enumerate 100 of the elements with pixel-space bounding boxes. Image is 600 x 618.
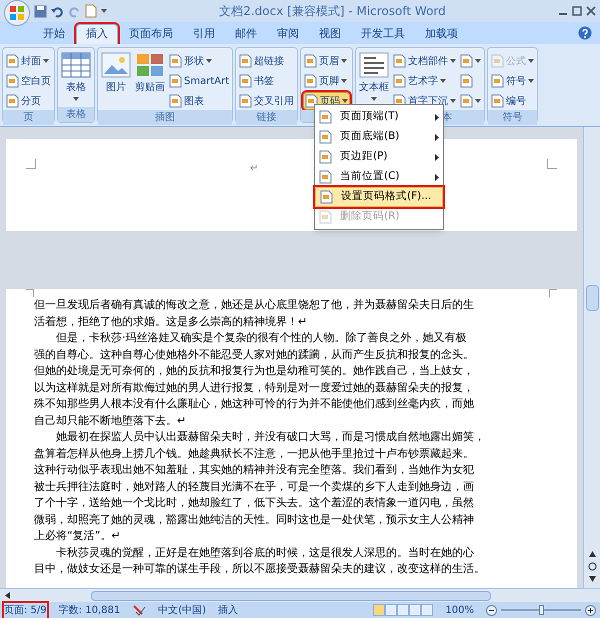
page-icon xyxy=(319,170,332,184)
previous-page-icon[interactable] xyxy=(588,549,596,558)
ribbon-button[interactable]: 超链接 xyxy=(238,52,296,70)
ribbon-button[interactable]: 形状 xyxy=(168,52,230,70)
maximize-icon[interactable] xyxy=(572,6,582,16)
ribbon-button[interactable]: 图片 xyxy=(100,52,132,110)
text-line: 上必将“复活”。↵ xyxy=(34,528,122,544)
text-line: 但是，卡秋莎·玛丝洛娃又确实是个复杂的很有个性的人物。除了善良之外，她又有极 xyxy=(55,330,468,346)
page-icon xyxy=(6,94,19,108)
next-page-icon[interactable] xyxy=(588,575,596,584)
office-button[interactable] xyxy=(4,0,30,26)
ribbon-tab[interactable]: 邮件 xyxy=(226,24,266,44)
page-icon xyxy=(319,150,332,164)
scroll-thumb[interactable] xyxy=(586,285,598,311)
ribbon-button[interactable]: 交叉引用 xyxy=(238,92,296,110)
text-line: 这种行动似乎表现出她不知羞耻，其实她的精神并没有完全堕落。我们看到，当她作为女犯 xyxy=(34,462,475,478)
page-icon xyxy=(6,54,19,68)
ribbon-button[interactable]: 艺术字 xyxy=(392,72,458,90)
text-line: 殊不知那些男人根本没有什么廉耻心，她这种可怜的行为并不能使他们感到丝毫内疚，而她 xyxy=(34,396,475,412)
ribbon-tab[interactable]: 视图 xyxy=(310,24,350,44)
close-icon[interactable] xyxy=(586,6,596,16)
ribbon-button[interactable]: 分页 xyxy=(5,92,52,110)
page-icon xyxy=(304,54,318,68)
page-icon xyxy=(491,74,504,88)
page-icon xyxy=(491,94,504,108)
zoom-slider[interactable] xyxy=(501,605,581,615)
ribbon-button[interactable]: 书签 xyxy=(238,72,296,90)
zoom-in-icon[interactable] xyxy=(585,604,596,616)
group-label: 插图 xyxy=(155,111,176,125)
page-icon xyxy=(169,94,182,108)
page-icon xyxy=(239,74,252,88)
ribbon-button[interactable]: 文本框 xyxy=(358,52,390,110)
text-line: 以为这样就是对所有欺侮过她的男人进行报复，特别是对一度爱过她的聂赫留朵夫的报复， xyxy=(34,380,475,396)
page-icon xyxy=(319,210,332,224)
text-line: 但她的处境是无可奈何的，她的反抗和报复行为也是幼稚可笑的。她作践自己，当上妓女， xyxy=(34,363,475,379)
ribbon-tab[interactable]: 开发工具 xyxy=(352,24,414,44)
page-icon xyxy=(319,130,332,144)
ribbon-tab[interactable]: 加载项 xyxy=(416,24,467,44)
page-icon xyxy=(169,74,182,88)
insert-mode-indicator[interactable]: 插入 xyxy=(218,602,238,618)
save-icon[interactable] xyxy=(34,4,47,18)
browse-object-icon[interactable] xyxy=(588,562,596,571)
page-icon xyxy=(169,54,182,68)
scroll-left-icon[interactable] xyxy=(4,591,11,600)
page-icon xyxy=(460,54,474,68)
page-count[interactable]: 页面: 5/9 xyxy=(4,602,47,618)
group-label: 页 xyxy=(24,111,34,125)
button-label: 文本框 xyxy=(359,80,390,95)
ribbon-button[interactable]: 页眉 xyxy=(303,52,350,70)
menu-item[interactable]: 页面顶端(T) xyxy=(315,107,443,127)
ribbon-tab[interactable]: 引用 xyxy=(184,24,224,44)
help-icon[interactable] xyxy=(578,26,592,40)
ribbon-tab[interactable]: 页面布局 xyxy=(120,24,182,44)
page-icon xyxy=(6,74,19,88)
ribbon-button[interactable] xyxy=(459,52,482,70)
horizontal-scrollbar[interactable] xyxy=(0,588,600,602)
menu-item[interactable]: 当前位置(C) xyxy=(315,167,443,187)
menu-item[interactable]: 页面底端(B) xyxy=(315,127,443,147)
ribbon-button[interactable]: 封面 xyxy=(5,52,52,70)
text-line: 强的自尊心。这种自尊心使她格外不能忍受人家对她的蹂躏，从而产生反抗和报复的念头。 xyxy=(34,346,475,362)
menu-item[interactable]: 设置页码格式(F)... xyxy=(315,187,443,207)
ribbon-button[interactable]: 编号 xyxy=(490,92,536,110)
group-label: 符号 xyxy=(502,111,523,125)
ribbon-button[interactable]: SmartArt xyxy=(168,72,230,90)
text-line: 了个十字，送给她一个戈比时，她却脸红了，低下头去。这个羞涩的表情象一道闪电，虽然 xyxy=(34,495,475,511)
ribbon-button[interactable]: 剪贴画 xyxy=(134,52,166,110)
language-indicator[interactable]: 中文(中国) xyxy=(158,602,206,618)
vertical-scrollbar[interactable] xyxy=(583,127,600,588)
clipart-icon xyxy=(135,52,165,78)
ribbon-button[interactable]: 页脚 xyxy=(303,72,350,90)
ribbon-tab[interactable]: 审阅 xyxy=(268,24,308,44)
ribbon-button[interactable]: 表格 xyxy=(60,52,92,107)
text-line: 自己却只能不断地堕落下去。↵ xyxy=(34,412,188,428)
text-line: 微弱，却照亮了她的灵魂，豁露出她纯洁的天性。同时这也是一处伏笔，预示女主人公精神 xyxy=(34,512,475,528)
page-icon xyxy=(393,74,406,88)
page-icon xyxy=(460,94,474,108)
slider-thumb[interactable] xyxy=(539,605,544,615)
ribbon-button[interactable]: 符号 xyxy=(490,72,536,90)
group-label: 链接 xyxy=(256,110,277,125)
undo-icon[interactable] xyxy=(51,4,64,18)
document-icon[interactable] xyxy=(85,4,97,18)
button-label: 表格 xyxy=(66,80,86,95)
ribbon-tab[interactable]: 插入 xyxy=(76,24,118,44)
zoom-level[interactable]: 100% xyxy=(445,602,474,618)
scroll-thumb[interactable] xyxy=(91,590,491,600)
proofing-icon[interactable] xyxy=(132,604,146,616)
page-icon xyxy=(304,74,318,88)
ribbon-button[interactable]: 图表 xyxy=(168,92,230,110)
menu-item[interactable]: 页边距(P) xyxy=(315,147,443,167)
ribbon-tab[interactable]: 开始 xyxy=(34,24,74,44)
picture-icon xyxy=(101,52,131,78)
text-line: 被士兵押往法庭时，她对路人的轻蔑目光满不在乎，可是一个卖煤的乡下人走到她身边，画 xyxy=(34,478,475,494)
word-count[interactable]: 字数: 10,881 xyxy=(58,602,120,618)
ribbon-button[interactable] xyxy=(459,92,482,110)
zoom-out-icon[interactable] xyxy=(486,604,497,616)
page-icon xyxy=(239,54,252,68)
page-icon xyxy=(491,54,504,68)
ribbon-button[interactable]: 文档部件 xyxy=(392,52,458,70)
ribbon-button[interactable]: 空白页 xyxy=(5,72,52,90)
text-box-icon xyxy=(359,52,390,78)
